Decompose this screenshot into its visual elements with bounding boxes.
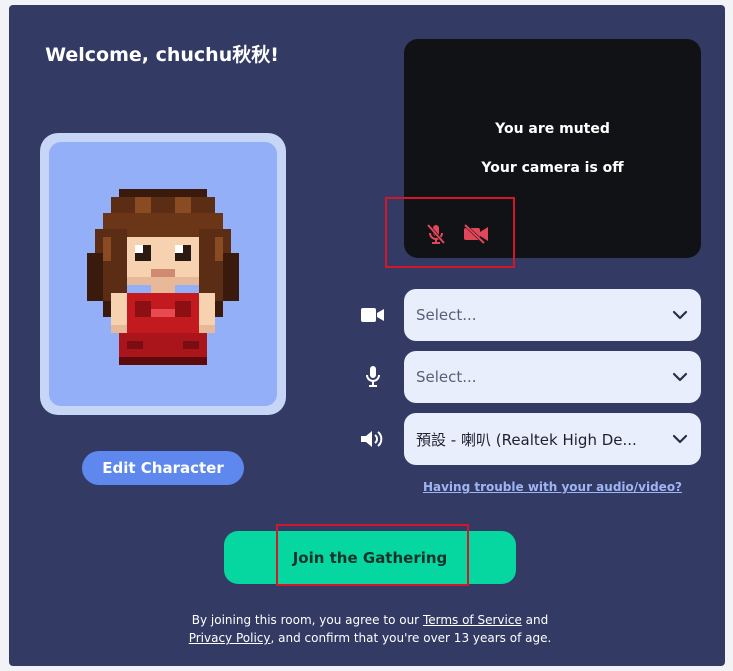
camera-select[interactable]: Select... [404,289,701,341]
chevron-down-icon [671,368,689,390]
microphone-select-value: Select... [416,368,477,386]
character-avatar [87,189,239,365]
avatar-frame [40,133,286,415]
welcome-title: Welcome, chuchu秋秋! [45,44,279,66]
highlight-join-button [276,524,469,586]
legal-text: , and confirm that you're over 13 years … [270,631,552,645]
audio-video-help-link[interactable]: Having trouble with your audio/video? [404,480,701,494]
legal-text: By joining this room, you agree to our [191,613,423,627]
avatar-preview [49,142,277,406]
edit-character-button[interactable]: Edit Character [82,451,244,485]
legal-notice: By joining this room, you agree to our T… [160,611,580,647]
camera-status-text: Your camera is off [481,160,624,176]
microphone-icon [360,366,386,388]
speaker-icon [360,428,386,450]
microphone-select[interactable]: Select... [404,351,701,403]
camera-select-value: Select... [416,306,477,324]
legal-text: and [521,613,549,627]
speaker-select-value: 預設 - 喇叭 (Realtek High De... [416,430,637,449]
highlight-status-icons [385,197,515,268]
muted-status-text: You are muted [495,121,610,137]
terms-of-service-link[interactable]: Terms of Service [423,613,522,627]
chevron-down-icon [671,306,689,328]
camera-icon [360,304,386,326]
chevron-down-icon [671,430,689,452]
speaker-select[interactable]: 預設 - 喇叭 (Realtek High De... [404,413,701,465]
privacy-policy-link[interactable]: Privacy Policy [189,631,271,645]
